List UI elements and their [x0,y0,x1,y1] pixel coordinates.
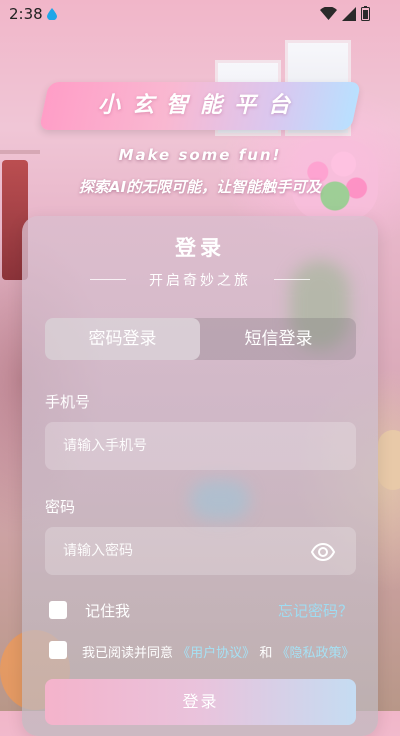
phone-label: 手机号 [45,393,91,411]
privacy-policy-link[interactable]: 《隐私政策》 [276,646,354,661]
tab-password-login[interactable]: 密码登录 [45,318,200,360]
remember-me-label: 记住我 [85,602,131,620]
card-decoration [190,480,250,520]
remember-me-checkbox[interactable] [49,601,67,619]
cell-signal-icon [342,6,356,21]
water-drop-icon [47,8,57,20]
status-icons [320,6,370,21]
tagline-chinese: 探索AI的无限可能，让智能触手可及 [78,178,322,196]
agreement-conjunction: 和 [259,646,273,661]
user-agreement-link[interactable]: 《用户协议》 [177,646,255,661]
login-button[interactable]: 登录 [45,679,356,725]
app-title: 小玄智能平台 [97,93,302,118]
login-title: 登录 [175,236,225,260]
password-label: 密码 [45,498,76,516]
forgot-password-link[interactable]: 忘记密码？ [278,600,353,621]
eye-icon[interactable] [310,539,336,565]
phone-input[interactable] [45,422,356,470]
tab-sms-login[interactable]: 短信登录 [201,318,356,360]
agreement-text: 我已阅读并同意 《用户协议》 和 《隐私政策》 [82,642,354,661]
wifi-icon [320,7,337,20]
battery-icon [361,6,370,21]
agreement-checkbox[interactable] [49,641,67,659]
login-mode-tabs: 密码登录 短信登录 [45,318,356,360]
status-bar: 2:38 [0,0,400,28]
agreement-prefix: 我已阅读并同意 [82,646,174,661]
tagline-english: Make some fun! [118,146,282,164]
status-time: 2:38 [9,5,43,23]
login-subtitle: 开启奇妙之旅 [149,273,251,289]
background-teddy-bear [378,430,400,490]
